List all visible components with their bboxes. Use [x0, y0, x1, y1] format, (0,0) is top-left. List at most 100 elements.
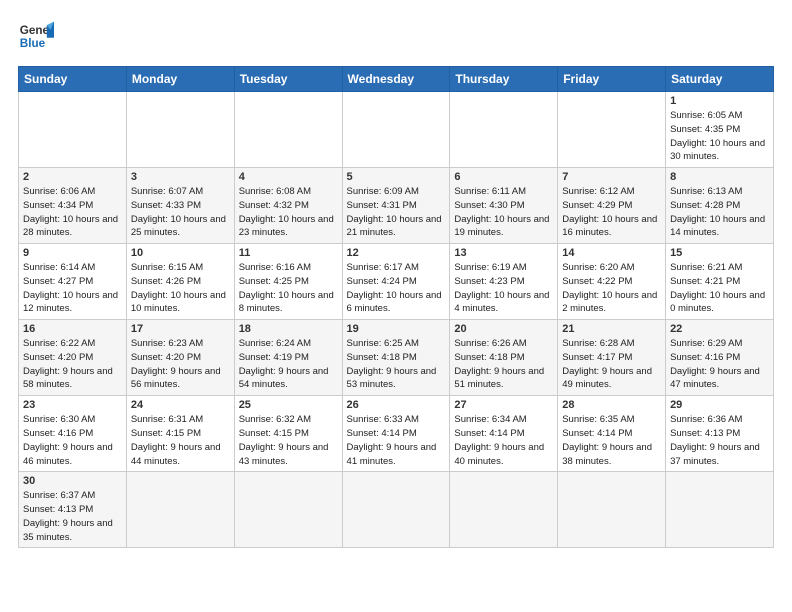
day-info: Sunrise: 6:25 AM Sunset: 4:18 PM Dayligh… — [347, 337, 446, 392]
day-number: 19 — [347, 323, 446, 335]
logo-icon: General Blue — [18, 18, 54, 54]
day-number: 18 — [239, 323, 338, 335]
day-info: Sunrise: 6:09 AM Sunset: 4:31 PM Dayligh… — [347, 185, 446, 240]
calendar-week-4: 16 Sunrise: 6:22 AM Sunset: 4:20 PM Dayli… — [19, 320, 774, 396]
day-number: 26 — [347, 399, 446, 411]
calendar-table: SundayMondayTuesdayWednesdayThursdayFrid… — [18, 66, 774, 548]
day-number: 4 — [239, 171, 338, 183]
day-number: 3 — [131, 171, 230, 183]
calendar-cell: 5 Sunrise: 6:09 AM Sunset: 4:31 PM Daylig… — [342, 168, 450, 244]
calendar-cell: 16 Sunrise: 6:22 AM Sunset: 4:20 PM Dayli… — [19, 320, 127, 396]
day-info: Sunrise: 6:20 AM Sunset: 4:22 PM Dayligh… — [562, 261, 661, 316]
calendar-cell: 23Sunrise: 6:30 AM Sunset: 4:16 PM Dayli… — [19, 396, 127, 472]
day-number: 16 — [23, 323, 122, 335]
day-info: Sunrise: 6:07 AM Sunset: 4:33 PM Dayligh… — [131, 185, 230, 240]
calendar-cell: 6 Sunrise: 6:11 AM Sunset: 4:30 PM Daylig… — [450, 168, 558, 244]
day-info: Sunrise: 6:14 AM Sunset: 4:27 PM Dayligh… — [23, 261, 122, 316]
calendar-cell — [558, 92, 666, 168]
day-info: Sunrise: 6:05 AM Sunset: 4:35 PM Dayligh… — [670, 109, 769, 164]
calendar-cell — [342, 92, 450, 168]
svg-text:Blue: Blue — [20, 37, 46, 50]
calendar-cell: 14 Sunrise: 6:20 AM Sunset: 4:22 PM Dayli… — [558, 244, 666, 320]
calendar-cell: 3 Sunrise: 6:07 AM Sunset: 4:33 PM Daylig… — [126, 168, 234, 244]
calendar-cell — [19, 92, 127, 168]
day-info: Sunrise: 6:17 AM Sunset: 4:24 PM Dayligh… — [347, 261, 446, 316]
calendar-cell: 26 Sunrise: 6:33 AM Sunset: 4:14 PM Dayli… — [342, 396, 450, 472]
day-number: 17 — [131, 323, 230, 335]
day-number: 22 — [670, 323, 769, 335]
calendar-cell — [342, 472, 450, 548]
day-info: Sunrise: 6:08 AM Sunset: 4:32 PM Dayligh… — [239, 185, 338, 240]
day-info: Sunrise: 6:21 AM Sunset: 4:21 PM Dayligh… — [670, 261, 769, 316]
calendar-cell: 4 Sunrise: 6:08 AM Sunset: 4:32 PM Daylig… — [234, 168, 342, 244]
day-number: 29 — [670, 399, 769, 411]
day-number: 15 — [670, 247, 769, 259]
calendar-cell — [450, 472, 558, 548]
day-info: Sunrise: 6:29 AM Sunset: 4:16 PM Dayligh… — [670, 337, 769, 392]
calendar-cell: 19 Sunrise: 6:25 AM Sunset: 4:18 PM Dayli… — [342, 320, 450, 396]
day-info: Sunrise: 6:12 AM Sunset: 4:29 PM Dayligh… — [562, 185, 661, 240]
calendar-header-wednesday: Wednesday — [342, 67, 450, 92]
day-number: 20 — [454, 323, 553, 335]
day-info: Sunrise: 6:16 AM Sunset: 4:25 PM Dayligh… — [239, 261, 338, 316]
calendar-cell: 2Sunrise: 6:06 AM Sunset: 4:34 PM Daylig… — [19, 168, 127, 244]
day-info: Sunrise: 6:26 AM Sunset: 4:18 PM Dayligh… — [454, 337, 553, 392]
calendar-cell: 15 Sunrise: 6:21 AM Sunset: 4:21 PM Dayli… — [666, 244, 774, 320]
calendar-week-5: 23Sunrise: 6:30 AM Sunset: 4:16 PM Dayli… — [19, 396, 774, 472]
calendar-cell: 20 Sunrise: 6:26 AM Sunset: 4:18 PM Dayli… — [450, 320, 558, 396]
calendar-cell: 11 Sunrise: 6:16 AM Sunset: 4:25 PM Dayli… — [234, 244, 342, 320]
calendar-header-friday: Friday — [558, 67, 666, 92]
day-number: 27 — [454, 399, 553, 411]
day-info: Sunrise: 6:13 AM Sunset: 4:28 PM Dayligh… — [670, 185, 769, 240]
calendar-week-3: 9Sunrise: 6:14 AM Sunset: 4:27 PM Daylig… — [19, 244, 774, 320]
calendar-week-2: 2Sunrise: 6:06 AM Sunset: 4:34 PM Daylig… — [19, 168, 774, 244]
day-info: Sunrise: 6:11 AM Sunset: 4:30 PM Dayligh… — [454, 185, 553, 240]
calendar-cell: 17 Sunrise: 6:23 AM Sunset: 4:20 PM Dayli… — [126, 320, 234, 396]
day-number: 6 — [454, 171, 553, 183]
day-number: 12 — [347, 247, 446, 259]
calendar-cell: 29 Sunrise: 6:36 AM Sunset: 4:13 PM Dayli… — [666, 396, 774, 472]
calendar-cell: 10Sunrise: 6:15 AM Sunset: 4:26 PM Dayli… — [126, 244, 234, 320]
day-info: Sunrise: 6:19 AM Sunset: 4:23 PM Dayligh… — [454, 261, 553, 316]
header: General Blue — [18, 18, 774, 54]
calendar-cell — [558, 472, 666, 548]
day-number: 1 — [670, 95, 769, 107]
calendar-cell — [666, 472, 774, 548]
calendar-cell: 24 Sunrise: 6:31 AM Sunset: 4:15 PM Dayli… — [126, 396, 234, 472]
calendar-cell: 28Sunrise: 6:35 AM Sunset: 4:14 PM Dayli… — [558, 396, 666, 472]
page: General Blue SundayMondayTuesdayWednesda… — [0, 0, 792, 612]
calendar-header-sunday: Sunday — [19, 67, 127, 92]
day-info: Sunrise: 6:28 AM Sunset: 4:17 PM Dayligh… — [562, 337, 661, 392]
day-number: 25 — [239, 399, 338, 411]
day-number: 14 — [562, 247, 661, 259]
logo: General Blue — [18, 18, 54, 54]
day-number: 11 — [239, 247, 338, 259]
day-info: Sunrise: 6:22 AM Sunset: 4:20 PM Dayligh… — [23, 337, 122, 392]
day-info: Sunrise: 6:23 AM Sunset: 4:20 PM Dayligh… — [131, 337, 230, 392]
day-number: 24 — [131, 399, 230, 411]
calendar-week-1: 1 Sunrise: 6:05 AM Sunset: 4:35 PM Daylig… — [19, 92, 774, 168]
day-number: 30 — [23, 475, 122, 487]
calendar-cell — [450, 92, 558, 168]
day-info: Sunrise: 6:37 AM Sunset: 4:13 PM Dayligh… — [23, 489, 122, 544]
day-info: Sunrise: 6:33 AM Sunset: 4:14 PM Dayligh… — [347, 413, 446, 468]
calendar-cell: 27Sunrise: 6:34 AM Sunset: 4:14 PM Dayli… — [450, 396, 558, 472]
calendar-cell: 18 Sunrise: 6:24 AM Sunset: 4:19 PM Dayli… — [234, 320, 342, 396]
day-info: Sunrise: 6:35 AM Sunset: 4:14 PM Dayligh… — [562, 413, 661, 468]
day-info: Sunrise: 6:24 AM Sunset: 4:19 PM Dayligh… — [239, 337, 338, 392]
calendar-header-monday: Monday — [126, 67, 234, 92]
day-number: 13 — [454, 247, 553, 259]
calendar-week-6: 30 Sunrise: 6:37 AM Sunset: 4:13 PM Dayli… — [19, 472, 774, 548]
calendar-header-tuesday: Tuesday — [234, 67, 342, 92]
calendar-cell: 25 Sunrise: 6:32 AM Sunset: 4:15 PM Dayli… — [234, 396, 342, 472]
day-info: Sunrise: 6:31 AM Sunset: 4:15 PM Dayligh… — [131, 413, 230, 468]
calendar-cell: 22 Sunrise: 6:29 AM Sunset: 4:16 PM Dayli… — [666, 320, 774, 396]
calendar-cell: 12 Sunrise: 6:17 AM Sunset: 4:24 PM Dayli… — [342, 244, 450, 320]
calendar-header-row: SundayMondayTuesdayWednesdayThursdayFrid… — [19, 67, 774, 92]
day-info: Sunrise: 6:32 AM Sunset: 4:15 PM Dayligh… — [239, 413, 338, 468]
day-number: 5 — [347, 171, 446, 183]
calendar-cell: 13 Sunrise: 6:19 AM Sunset: 4:23 PM Dayli… — [450, 244, 558, 320]
calendar-cell — [126, 472, 234, 548]
calendar-cell: 8Sunrise: 6:13 AM Sunset: 4:28 PM Daylig… — [666, 168, 774, 244]
day-info: Sunrise: 6:36 AM Sunset: 4:13 PM Dayligh… — [670, 413, 769, 468]
